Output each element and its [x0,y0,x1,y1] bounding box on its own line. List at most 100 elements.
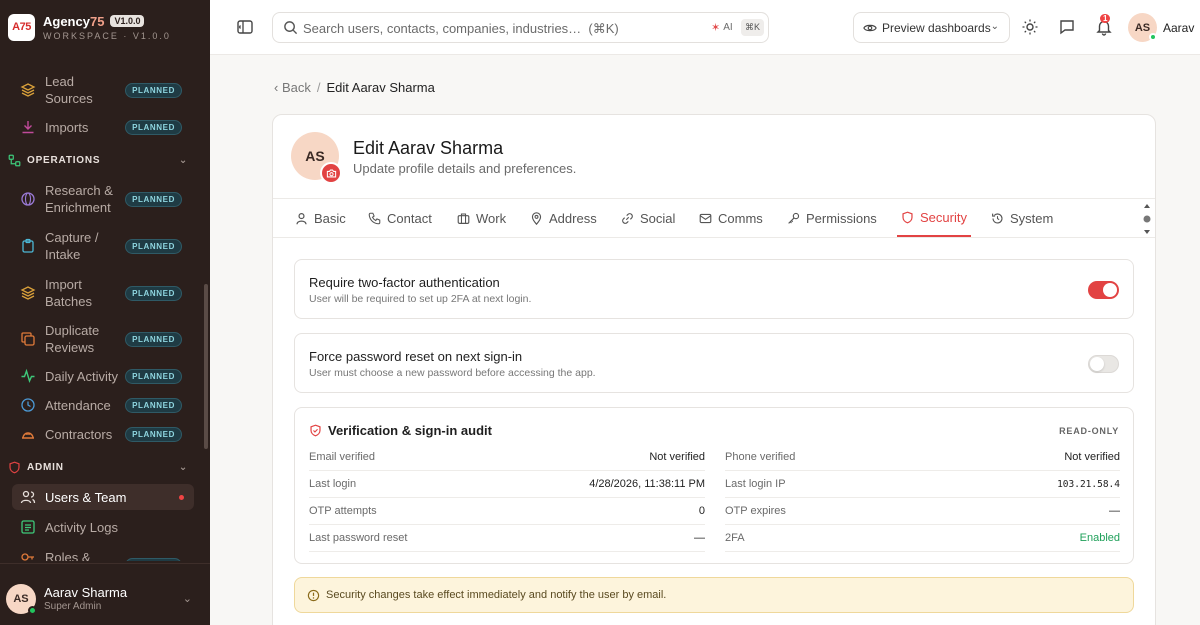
online-status-dot [28,606,37,615]
breadcrumb: ‹ Back / Edit Aarav Sharma [274,80,435,95]
planned-badge: PLANNED [125,286,182,301]
global-search[interactable]: ✶AI ⌘K [272,12,769,43]
sidebar-item-label: Capture / Intake [45,230,99,262]
brand[interactable]: A75 Agency75 V1.0.0 WORKSPACE · V1.0.0 [0,0,210,54]
planned-badge: PLANNED [125,427,182,442]
search-input[interactable] [303,19,703,37]
sidebar-item-label: Duplicate Reviews [45,323,100,355]
tab-security[interactable]: Security [897,199,971,237]
sidebar-nav: Lead Sources PLANNED Imports PLANNED OPE… [0,54,210,561]
sidebar-item-attendance[interactable]: Attendance PLANNED [12,394,194,416]
audit-title: Verification & sign-in audit [309,423,492,438]
sidebar-item-label: Roles & [45,550,91,561]
verification-audit-panel: Verification & sign-in audit READ-ONLY E… [294,407,1134,564]
sidebar-item-label: Users & Team [45,490,127,505]
map-pin-icon [531,211,542,225]
sidebar-item-capture-intake[interactable]: Capture / Intake PLANNED [12,228,194,264]
sidebar-user-menu[interactable]: AS Aarav Sharma Super Admin ⌄ [0,563,210,625]
link-icon [622,212,633,224]
sidebar-item-label: Research & Enrichment [45,183,113,215]
key-icon [788,212,800,224]
tab-work[interactable]: Work [457,199,506,237]
force-password-reset-toggle[interactable] [1088,355,1119,373]
planned-badge: PLANNED [125,558,182,561]
shield-icon [902,211,913,223]
tab-comms[interactable]: Comms [699,199,763,237]
section-admin[interactable]: ADMIN ⌄ [8,460,194,474]
sidebar-item-import-batches[interactable]: Import Batches PLANNED [12,275,194,311]
chevron-down-icon: ⌄ [182,593,192,605]
sidebar-item-contractors[interactable]: Contractors PLANNED [12,423,194,445]
user-role: Super Admin [44,601,102,612]
sidebar-item-imports[interactable]: Imports PLANNED [12,116,194,138]
sidebar-item-daily-activity[interactable]: Daily Activity PLANNED [12,365,194,387]
list-icon [21,520,35,534]
sidebar-item-duplicate-reviews[interactable]: Duplicate Reviews PLANNED [12,321,194,357]
two-factor-toggle[interactable] [1088,281,1119,299]
sidebar-scrollbar[interactable] [204,284,208,449]
setting-title: Require two-factor authentication [309,275,500,290]
user-name: Aarav Sharma [44,585,128,600]
briefcase-icon [457,213,470,224]
page-title: Edit Aarav Sharma [353,138,504,158]
user-name[interactable]: Aarav [1163,21,1194,35]
setting-description: User must choose a new password before a… [309,367,596,379]
brand-name: Agency75 V1.0.0 [43,14,171,29]
security-notice: Security changes take effect immediately… [294,577,1134,613]
tab-basic[interactable]: Basic [295,199,346,237]
sidebar-item-label: Contractors [45,427,113,442]
alert-circle-icon [307,589,320,602]
version-badge: V1.0.0 [110,15,145,27]
section-operations[interactable]: OPERATIONS ⌄ [8,153,194,167]
tab-scroll-control[interactable] [1143,203,1151,235]
tab-social[interactable]: Social [621,199,675,237]
preview-dashboards-dropdown[interactable]: Preview dashboards ⌄ [853,12,1010,43]
keyboard-shortcut: ⌘K [741,19,765,36]
tab-address[interactable]: Address [530,199,597,237]
tab-contact[interactable]: Contact [368,199,432,237]
audit-row: Phone verified Not verified [725,444,1120,471]
planned-badge: PLANNED [125,239,182,254]
sidebar-item-roles[interactable]: Roles & PLANNED [12,546,194,561]
sidebar-item-label: Imports [45,120,89,135]
topbar: ✶AI ⌘K Preview dashboards ⌄ 1 AS Aarav [210,0,1200,55]
sidebar-item-users-team[interactable]: Users & Team [12,484,194,510]
force-password-reset-setting: Force password reset on next sign-in Use… [294,333,1134,393]
audit-row: 2FA Enabled [725,525,1120,552]
planned-badge: PLANNED [125,192,182,207]
online-status-dot [1149,33,1157,41]
brand-subtitle: WORKSPACE · V1.0.0 [43,30,171,41]
change-photo-button[interactable] [320,162,342,184]
setting-description: User will be required to set up 2FA at n… [309,293,532,305]
sidebar-item-lead-sources[interactable]: Lead Sources PLANNED [12,72,194,108]
layers-icon [20,286,36,300]
search-icon [284,21,298,35]
mail-icon [699,213,712,223]
section-title: ADMIN [27,461,64,473]
back-link[interactable]: ‹ Back [274,80,311,95]
sidebar-item-research-enrichment[interactable]: Research & Enrichment PLANNED [12,181,194,217]
planned-badge: PLANNED [125,369,182,384]
chat-icon[interactable] [1058,18,1076,36]
tab-permissions[interactable]: Permissions [787,199,877,237]
planned-badge: PLANNED [125,398,182,413]
globe-icon [21,192,35,206]
sun-icon[interactable] [1021,18,1039,36]
sidebar-item-activity-logs[interactable]: Activity Logs [12,516,194,538]
camera-icon [326,169,336,177]
key-icon [21,553,34,561]
sidebar-toggle-icon[interactable] [236,18,254,36]
history-icon [992,212,1003,224]
layers-icon [20,83,36,97]
shield-icon [9,461,20,473]
tab-system[interactable]: System [991,199,1053,237]
ai-search-button[interactable]: ✶ AI [711,21,733,34]
audit-row: OTP expires — [725,498,1120,525]
preview-dashboards-label: Preview dashboards [882,21,991,35]
section-title: OPERATIONS [27,154,101,166]
shield-check-icon [310,424,321,437]
activity-icon [21,368,35,384]
edit-user-card: AS Edit Aarav Sharma Update profile deta… [272,114,1156,625]
sidebar-item-label: Attendance [45,398,111,413]
chevron-down-icon: ⌄ [178,154,188,166]
